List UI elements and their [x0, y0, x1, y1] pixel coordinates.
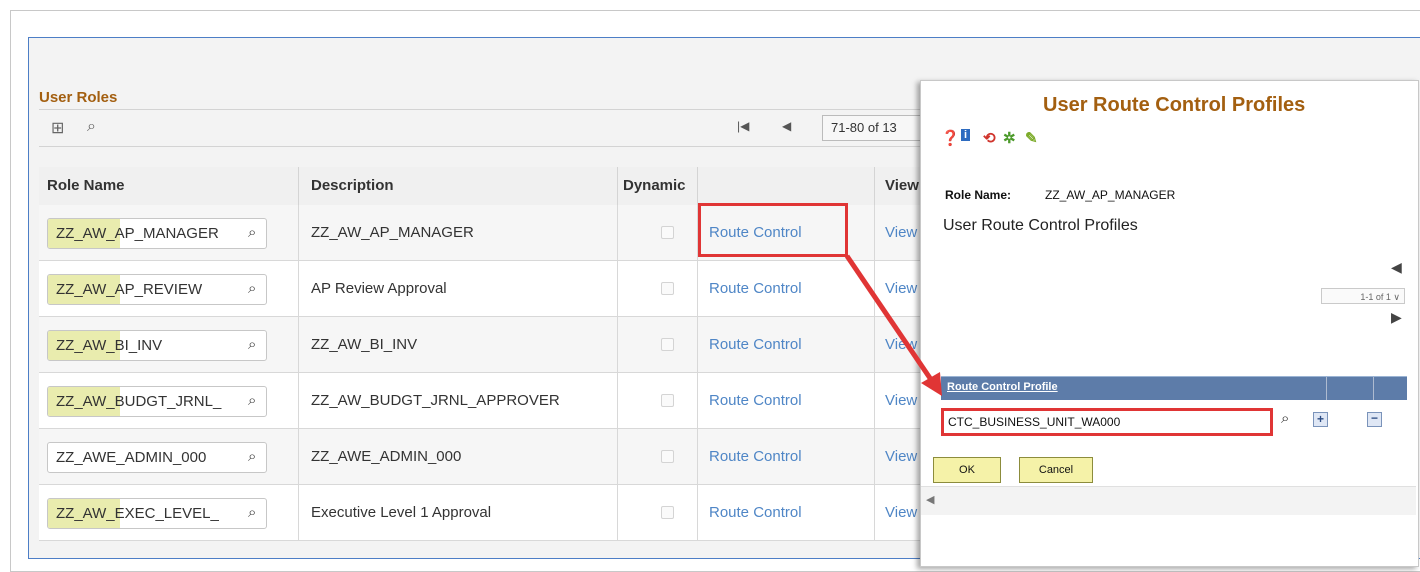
route-control-link[interactable]: Route Control — [709, 392, 802, 409]
personalize-grid-icon[interactable]: ⊞ — [51, 118, 64, 138]
dynamic-checkbox[interactable] — [661, 282, 674, 295]
help-icon[interactable]: ❓ — [941, 129, 960, 147]
table-row: ZZ_AW_BUDGT_JRNL_ ⌕ ZZ_AW_BUDGT_JRNL_APP… — [39, 373, 1039, 429]
scroll-down-icon[interactable]: ▶ — [1391, 309, 1402, 326]
lookup-icon[interactable]: ⌕ — [248, 336, 256, 353]
column-divider — [298, 205, 299, 541]
column-divider — [874, 167, 875, 205]
role-name-value: ZZ_AW_BUDGT_JRNL_ — [56, 393, 222, 410]
role-name-field[interactable]: ZZ_AW_AP_MANAGER ⌕ — [47, 218, 267, 249]
role-description: AP Review Approval — [311, 280, 447, 297]
page-range-select[interactable]: 1-1 of 1 ∨ — [1321, 288, 1405, 304]
role-name-value: ZZ_AW_AP_MANAGER — [56, 225, 219, 242]
role-name-value: ZZ_AW_AP_REVIEW — [56, 281, 203, 298]
lookup-icon[interactable]: ⌕ — [248, 448, 256, 465]
search-icon[interactable]: ⌕ — [87, 118, 96, 136]
grid-header-row: Role Name Description Dynamic View — [39, 167, 1039, 206]
refresh-icon[interactable]: ⟲ — [983, 129, 996, 147]
column-divider — [617, 205, 618, 541]
lookup-icon[interactable]: ⌕ — [248, 280, 256, 297]
modal-title: User Route Control Profiles — [1043, 94, 1306, 116]
view-link[interactable]: View — [885, 504, 917, 521]
add-row-icon[interactable]: + — [1313, 412, 1328, 427]
role-description: ZZ_AW_BI_INV — [311, 336, 418, 353]
section-heading: User Route Control Profiles — [943, 217, 1138, 234]
table-row: ZZ_AW_AP_MANAGER ⌕ ZZ_AW_AP_MANAGER Rout… — [39, 205, 1039, 261]
role-name-label: Role Name: — [945, 188, 1012, 202]
scroll-up-icon[interactable]: ◀ — [1391, 259, 1402, 276]
route-control-link[interactable]: Route Control — [709, 280, 802, 297]
role-name-field[interactable]: ZZ_AWE_ADMIN_000 ⌕ — [47, 442, 267, 473]
route-control-link[interactable]: Route Control — [709, 336, 802, 353]
role-name-value: ZZ_AW_EXEC_LEVEL_ — [56, 505, 219, 522]
route-control-link[interactable]: Route Control — [709, 448, 802, 465]
route-control-modal: User Route Control Profiles ❓ i ⟲ ✲ ✎ Ro… — [920, 80, 1419, 567]
table-row: ZZ_AW_BI_INV ⌕ ZZ_AW_BI_INV Route Contro… — [39, 317, 1039, 373]
column-header-view: View — [885, 177, 919, 194]
horizontal-scrollbar[interactable]: ◀ — [921, 486, 1416, 515]
role-description: ZZ_AW_AP_MANAGER — [311, 224, 474, 241]
role-name-field[interactable]: ZZ_AW_BUDGT_JRNL_ ⌕ — [47, 386, 267, 417]
edit-icon[interactable]: ✎ — [1025, 129, 1038, 147]
role-name-value: ZZ_AW_BI_INV — [56, 337, 163, 354]
route-control-profile-field[interactable]: CTC_BUSINESS_UNIT_WA000 — [941, 408, 1273, 436]
role-description: Executive Level 1 Approval — [311, 504, 492, 521]
settings-icon[interactable]: ✲ — [1003, 129, 1016, 147]
view-link[interactable]: View — [885, 336, 917, 353]
column-divider — [874, 205, 875, 541]
ok-button[interactable]: OK — [933, 457, 1001, 483]
info-icon[interactable]: i — [961, 129, 971, 141]
role-name-field[interactable]: ZZ_AW_AP_REVIEW ⌕ — [47, 274, 267, 305]
role-name-field[interactable]: ZZ_AW_BI_INV ⌕ — [47, 330, 267, 361]
route-control-callout-box — [698, 203, 848, 257]
role-name-value: ZZ_AW_AP_MANAGER — [1045, 188, 1176, 202]
lookup-icon[interactable]: ⌕ — [1281, 410, 1289, 427]
first-page-icon[interactable]: |◀ — [737, 119, 749, 133]
scroll-left-icon[interactable]: ◀ — [926, 493, 934, 506]
column-header-role-name: Role Name — [47, 177, 125, 194]
dynamic-checkbox[interactable] — [661, 450, 674, 463]
lookup-icon[interactable]: ⌕ — [248, 392, 256, 409]
role-description: ZZ_AWE_ADMIN_000 — [311, 448, 462, 465]
profile-value: CTC_BUSINESS_UNIT_WA000 — [948, 415, 1121, 429]
cancel-button[interactable]: Cancel — [1019, 457, 1093, 483]
dynamic-checkbox[interactable] — [661, 394, 674, 407]
column-header-route-control-profile[interactable]: Route Control Profile — [947, 381, 1058, 393]
view-link[interactable]: View — [885, 392, 917, 409]
column-divider — [1326, 377, 1327, 400]
role-name-value: ZZ_AWE_ADMIN_000 — [56, 449, 207, 466]
view-link[interactable]: View — [885, 224, 917, 241]
lookup-icon[interactable]: ⌕ — [248, 224, 256, 241]
page-range-text: 1-1 of 1 — [1360, 292, 1391, 302]
view-link[interactable]: View — [885, 448, 917, 465]
view-link[interactable]: View — [885, 280, 917, 297]
table-row: ZZ_AW_AP_REVIEW ⌕ AP Review Approval Rou… — [39, 261, 1039, 317]
role-name-field[interactable]: ZZ_AW_EXEC_LEVEL_ ⌕ — [47, 498, 267, 529]
table-row: ZZ_AW_EXEC_LEVEL_ ⌕ Executive Level 1 Ap… — [39, 485, 1039, 541]
column-divider — [298, 167, 299, 205]
profile-grid-header: Route Control Profile — [941, 376, 1407, 400]
route-control-link[interactable]: Route Control — [709, 504, 802, 521]
role-description: ZZ_AW_BUDGT_JRNL_APPROVER — [311, 392, 560, 409]
table-row: ZZ_AWE_ADMIN_000 ⌕ ZZ_AWE_ADMIN_000 Rout… — [39, 429, 1039, 485]
dynamic-checkbox[interactable] — [661, 506, 674, 519]
column-header-dynamic: Dynamic — [623, 177, 686, 194]
column-divider — [697, 167, 698, 205]
dynamic-checkbox[interactable] — [661, 226, 674, 239]
column-divider — [617, 167, 618, 205]
grid-title: User Roles — [39, 89, 118, 106]
column-header-description: Description — [311, 177, 394, 194]
dynamic-checkbox[interactable] — [661, 338, 674, 351]
column-divider — [1373, 377, 1374, 400]
previous-page-icon[interactable]: ◀ — [782, 119, 791, 133]
lookup-icon[interactable]: ⌕ — [248, 504, 256, 521]
delete-row-icon[interactable]: − — [1367, 412, 1382, 427]
grid-toolbar: ⊞ ⌕ |◀ ◀ 71-80 of 13 — [39, 109, 1039, 147]
